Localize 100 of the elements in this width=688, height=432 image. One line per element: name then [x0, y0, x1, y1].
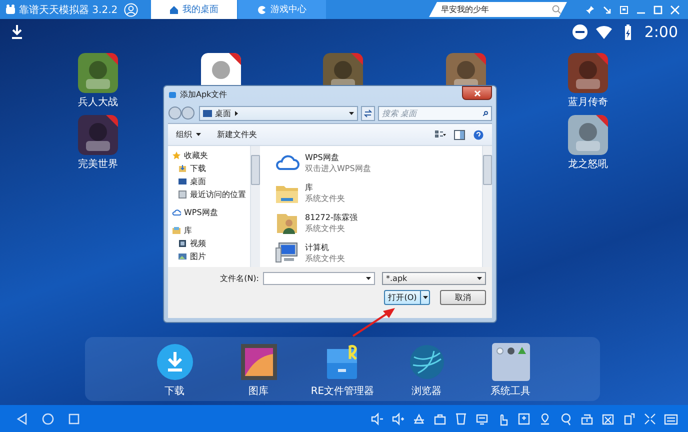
scrollbar[interactable] — [250, 146, 260, 267]
download-icon — [10, 24, 24, 40]
help-icon[interactable] — [473, 130, 484, 140]
toolbar-icon[interactable] — [517, 412, 531, 426]
globe-icon[interactable] — [408, 343, 446, 381]
refresh-icon[interactable] — [361, 106, 375, 120]
annotation-arrow — [350, 305, 398, 339]
desktop-icon — [203, 110, 212, 116]
toolbar-icon[interactable] — [538, 412, 552, 426]
app-label[interactable]: 下载 — [164, 384, 184, 398]
close-icon — [474, 90, 480, 96]
nav-item[interactable]: 下载 — [172, 163, 250, 174]
toolbar-icon[interactable] — [601, 412, 615, 426]
toolbar-icon[interactable] — [370, 412, 384, 426]
app-icon[interactable] — [78, 53, 118, 93]
app-icon[interactable] — [568, 115, 608, 155]
filename-field[interactable] — [263, 272, 375, 285]
file-name[interactable]: WPS网盘 — [305, 152, 371, 163]
app-label[interactable]: RE文件管理器 — [310, 384, 374, 398]
logo-icon — [5, 4, 16, 15]
home-icon[interactable] — [41, 412, 55, 426]
toolbar-icon[interactable] — [643, 412, 657, 426]
home-icon — [168, 4, 179, 14]
app-label[interactable]: 龙之怒吼 — [568, 157, 608, 171]
view-options-icon[interactable] — [435, 130, 446, 140]
toolbar-icon[interactable] — [580, 412, 594, 426]
toolbar-icon[interactable] — [664, 412, 678, 426]
caret-icon[interactable] — [422, 295, 428, 300]
caret-icon[interactable] — [349, 110, 354, 116]
toolbar-icon[interactable] — [622, 412, 636, 426]
app-label[interactable]: 系统工具 — [490, 384, 530, 398]
star-icon — [172, 151, 181, 160]
nav-item[interactable]: 最近访问的位置 — [172, 189, 250, 200]
app-label[interactable]: 图库 — [248, 384, 268, 398]
desktop-icon — [178, 177, 187, 186]
chevron-icon[interactable] — [234, 110, 239, 116]
recents-icon[interactable] — [67, 412, 81, 426]
pin-icon[interactable] — [585, 4, 595, 14]
logo-icon — [168, 90, 177, 99]
maximize-icon[interactable] — [653, 4, 663, 14]
back-forward-icon[interactable] — [168, 106, 196, 120]
toolbar-icon[interactable] — [454, 412, 468, 426]
toolbar-icon[interactable] — [433, 412, 447, 426]
open-button[interactable]: 打开(O) — [384, 290, 430, 305]
caret-icon[interactable] — [366, 276, 371, 281]
toolbar-button[interactable]: 组织 — [176, 129, 201, 140]
recent-icon — [178, 190, 187, 199]
toolbar-icon[interactable] — [391, 412, 405, 426]
preview-pane-icon[interactable] — [454, 130, 465, 140]
toolbar-icon[interactable] — [412, 412, 426, 426]
avatar-icon[interactable] — [124, 2, 138, 16]
do-not-disturb-icon — [572, 24, 588, 40]
library-icon — [172, 226, 181, 235]
nav-item[interactable]: 视频 — [172, 238, 250, 249]
field-label: 文件名(N): — [220, 273, 259, 284]
window-icon[interactable] — [619, 4, 629, 14]
file-name[interactable]: 81272-陈霖强 — [305, 212, 358, 223]
app-label[interactable]: 蓝月传奇 — [568, 95, 608, 109]
cloud-icon — [172, 208, 181, 217]
search-icon[interactable] — [552, 5, 561, 14]
gamepad-icon — [256, 4, 267, 14]
nav-item[interactable]: 桌面 — [172, 176, 250, 187]
back-icon[interactable] — [15, 412, 29, 426]
toolbar-icon[interactable] — [475, 412, 489, 426]
picture-icon — [178, 252, 187, 261]
nav-item[interactable]: 图片 — [172, 251, 250, 262]
scrollbar[interactable] — [482, 146, 492, 267]
file-name[interactable]: 库 — [305, 182, 345, 193]
dialog-title: 添加Apk文件 — [180, 89, 228, 100]
app-folder-icon[interactable] — [492, 343, 530, 381]
toolbar-icon[interactable] — [559, 412, 573, 426]
close-icon[interactable] — [670, 4, 680, 14]
toolbar-button[interactable]: 新建文件夹 — [217, 129, 257, 140]
arrow-icon[interactable] — [602, 4, 612, 14]
caret-icon — [196, 132, 201, 137]
nav-item[interactable]: 收藏夹 — [172, 150, 250, 161]
address-bar[interactable]: 桌面 — [199, 106, 358, 120]
app-icon[interactable] — [78, 115, 118, 155]
file-type: 双击进入WPS网盘 — [305, 163, 371, 174]
caret-icon — [477, 276, 482, 281]
file-type: 系统文件夹 — [305, 253, 345, 264]
download-icon[interactable] — [156, 343, 194, 381]
app-title: 靠谱天天模拟器 3.2.2 — [19, 4, 118, 16]
tab[interactable]: 我的桌面 — [150, 0, 237, 19]
app-label[interactable]: 浏览器 — [412, 384, 442, 398]
search-field[interactable]: 早安我的少年 — [429, 2, 567, 17]
close-button[interactable] — [462, 86, 492, 100]
file-type-dropdown[interactable]: *.apk — [382, 272, 486, 285]
download-icon — [178, 164, 187, 173]
app-label[interactable]: 完美世界 — [78, 157, 118, 171]
cancel-button[interactable]: 取消 — [440, 290, 486, 305]
wifi-icon — [596, 24, 612, 40]
file-type: 系统文件夹 — [305, 193, 345, 204]
search-icon[interactable] — [483, 110, 488, 116]
app-label[interactable]: 兵人大战 — [78, 95, 118, 109]
gallery-icon[interactable] — [240, 343, 278, 381]
clock: 2:00 — [644, 23, 678, 41]
nav-item[interactable]: WPS网盘 — [172, 207, 250, 218]
nav-item[interactable]: 库 — [172, 225, 250, 236]
file-name[interactable]: 计算机 — [305, 242, 345, 253]
